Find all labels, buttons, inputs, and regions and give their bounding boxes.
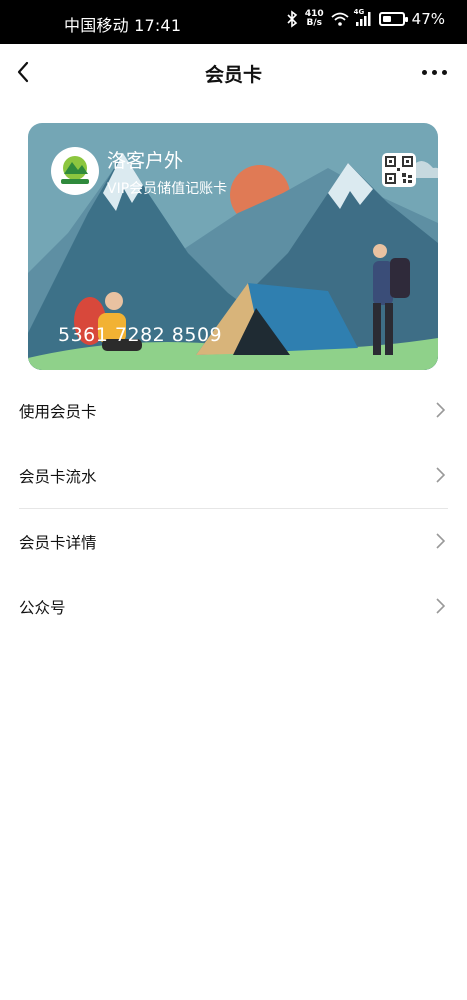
brand-logo-mark [61, 156, 89, 184]
membership-card[interactable]: 洛客户外 VIP会员储值记账卡 5361 7282 8509 [28, 123, 438, 370]
status-bar: 中国移动 17:41 410 B/s 4G 47% [0, 0, 467, 44]
chevron-right-icon [436, 402, 445, 418]
menu-item-card-transactions[interactable]: 会员卡流水 [0, 443, 467, 508]
wifi-icon [331, 12, 349, 26]
battery-icon [378, 12, 408, 26]
card-subtitle: VIP会员储值记账卡 [107, 181, 228, 197]
menu-item-use-card[interactable]: 使用会员卡 [0, 378, 467, 443]
status-icons: 410 B/s 4G 47% [286, 8, 445, 28]
net-speed-unit: B/s [306, 18, 323, 28]
network-type: 4G [353, 8, 365, 16]
net-speed: 410 B/s [305, 10, 324, 28]
battery-fill [382, 16, 391, 22]
more-dot [442, 70, 447, 75]
carrier-time: 中国移动 17:41 [64, 16, 182, 35]
menu-item-label: 公众号 [19, 598, 66, 617]
brand-logo [51, 147, 99, 195]
cell-signal: 4G [354, 8, 372, 26]
chevron-right-icon [436, 533, 445, 549]
menu-item-label: 使用会员卡 [19, 402, 97, 421]
qr-code-button[interactable] [382, 153, 416, 187]
page-title: 会员卡 [204, 64, 262, 86]
qr-code-icon [385, 156, 413, 184]
more-dot [432, 70, 437, 75]
brand-name: 洛客户外 [107, 150, 184, 172]
chevron-right-icon [436, 598, 445, 614]
menu-item-label: 会员卡详情 [19, 533, 97, 552]
bluetooth-icon [287, 10, 298, 28]
card-menu-list: 使用会员卡 会员卡流水 会员卡详情 公众号 [0, 378, 467, 639]
battery-percent: 47% [411, 10, 445, 28]
more-button[interactable] [422, 70, 447, 75]
more-dot [422, 70, 427, 75]
menu-item-card-details[interactable]: 会员卡详情 [0, 509, 467, 574]
chevron-right-icon [436, 467, 445, 483]
nav-bar: 会员卡 [0, 44, 467, 100]
card-number: 5361 7282 8509 [58, 324, 223, 346]
menu-item-official-account[interactable]: 公众号 [0, 574, 467, 639]
menu-item-label: 会员卡流水 [19, 467, 97, 486]
